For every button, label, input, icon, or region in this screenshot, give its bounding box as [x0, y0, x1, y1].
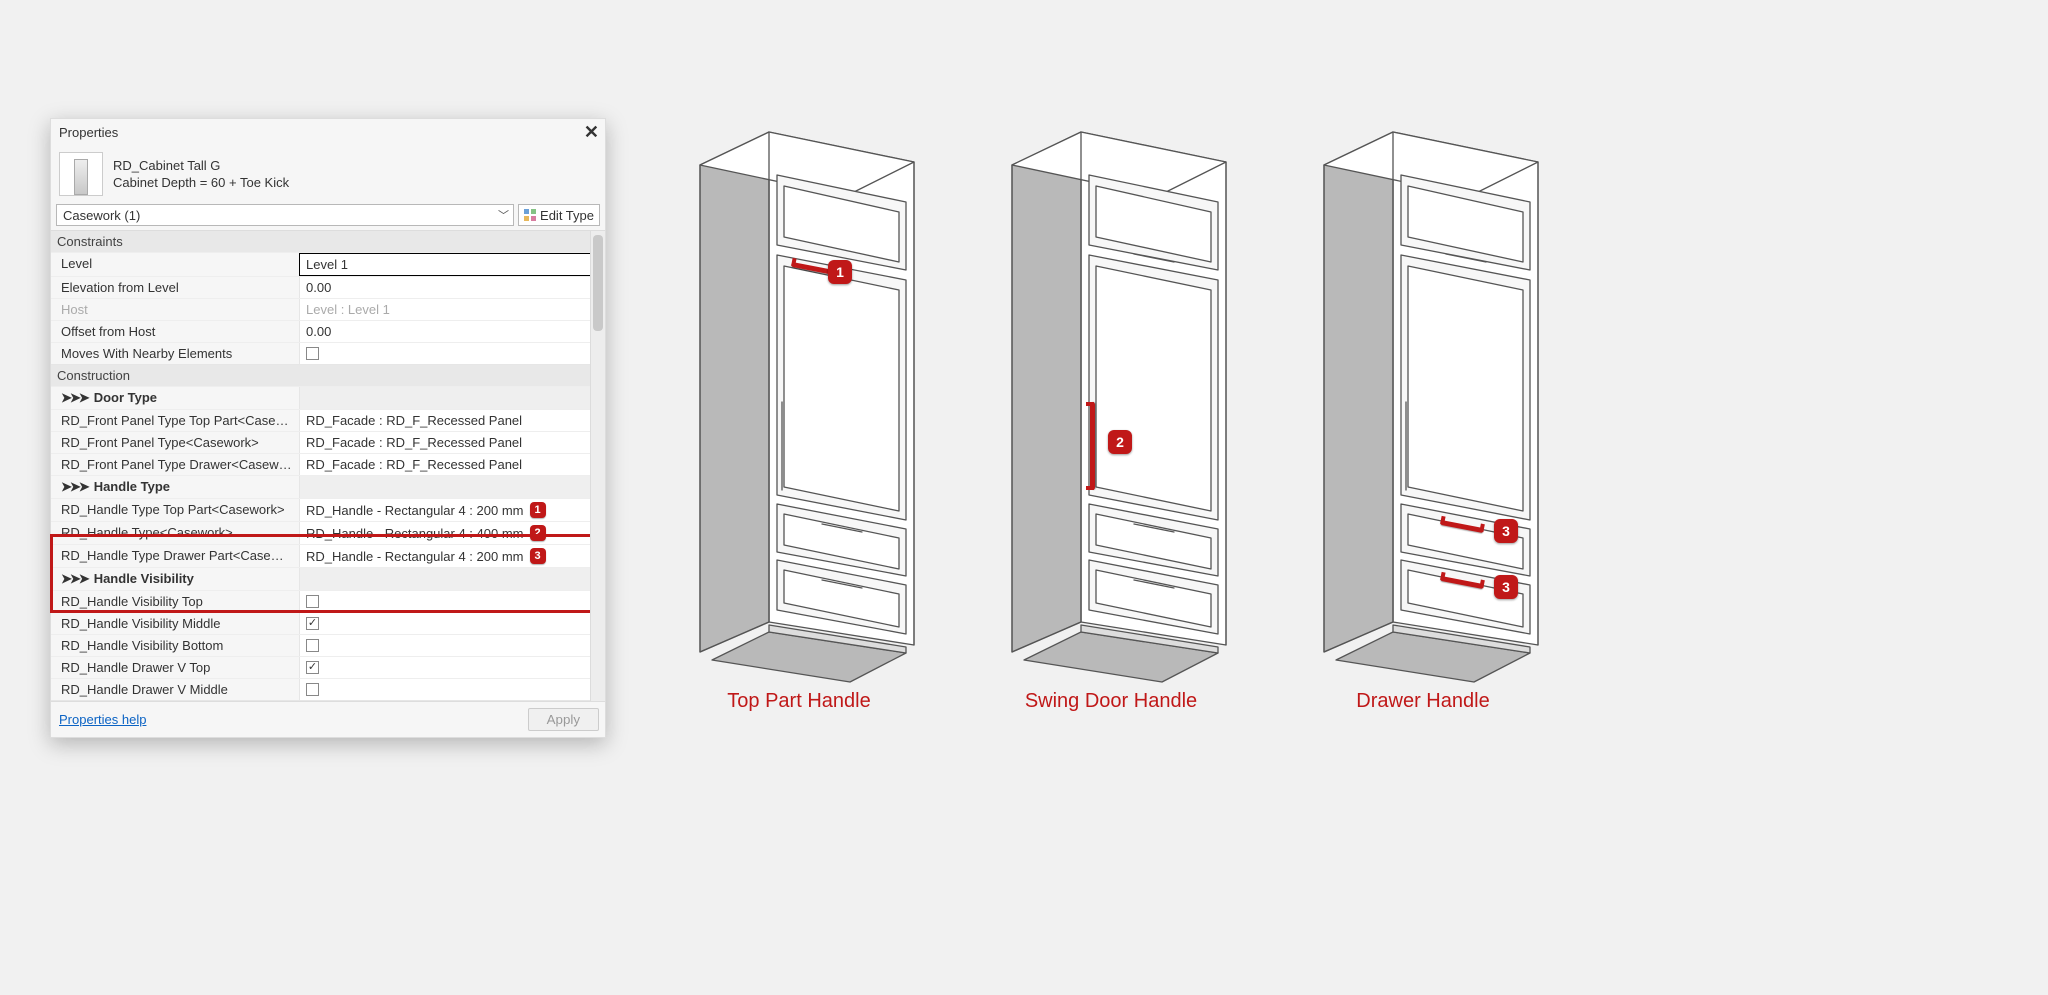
prop-moves-with-nearby[interactable]: Moves With Nearby Elements — [51, 342, 605, 364]
group-header-constraints[interactable]: Constraints ✕ — [51, 231, 605, 252]
prop-front-panel-drawer[interactable]: RD_Front Panel Type Drawer<Casework> RD_… — [51, 453, 605, 475]
prop-handle-type-top[interactable]: RD_Handle Type Top Part<Casework> RD_Han… — [51, 498, 605, 521]
close-icon[interactable]: ✕ — [584, 122, 599, 143]
panel-footer: Properties help Apply — [51, 701, 605, 737]
category-selector-dropdown[interactable]: Casework (1) ﹀ — [56, 204, 514, 226]
checkbox[interactable] — [306, 595, 319, 608]
callout-badge-1: 1 — [530, 502, 546, 518]
annotation-badge-3a: 3 — [1494, 519, 1518, 543]
callout-badge-2: 2 — [530, 525, 546, 541]
subheader-handle-visibility: ➤➤➤Handle Visibility — [51, 567, 605, 590]
category-selector-value: Casework (1) — [63, 208, 140, 223]
scrollbar-thumb[interactable] — [593, 235, 603, 331]
family-thumbnail — [59, 152, 103, 196]
prop-handle-vis-bottom[interactable]: RD_Handle Visibility Bottom — [51, 634, 605, 656]
cabinet-label-2: Swing Door Handle — [981, 690, 1241, 713]
cabinet-label-3: Drawer Handle — [1293, 690, 1553, 713]
properties-help-link[interactable]: Properties help — [59, 712, 146, 727]
subheader-door-type: ➤➤➤Door Type — [51, 386, 605, 409]
prop-front-panel-main[interactable]: RD_Front Panel Type<Casework> RD_Facade … — [51, 431, 605, 453]
checkbox[interactable] — [306, 661, 319, 674]
cabinet-label-1: Top Part Handle — [669, 690, 929, 713]
annotation-badge-1: 1 — [828, 260, 852, 284]
checkbox[interactable] — [306, 683, 319, 696]
panel-title: Properties — [59, 125, 118, 140]
cabinet-preview-1: 1 Top Part Handle — [674, 130, 924, 740]
edit-type-icon — [524, 209, 536, 221]
subheader-handle-type: ➤➤➤Handle Type — [51, 475, 605, 498]
checkbox[interactable] — [306, 639, 319, 652]
prop-host: Host Level : Level 1 — [51, 298, 605, 320]
family-type-header: RD_Cabinet Tall G Cabinet Depth = 60 + T… — [51, 146, 605, 204]
properties-grid: Constraints ✕ Level Level 1 Elevation fr… — [51, 230, 605, 701]
apply-button[interactable]: Apply — [528, 708, 599, 731]
edit-type-label: Edit Type — [540, 208, 594, 223]
prop-handle-vis-top[interactable]: RD_Handle Visibility Top — [51, 590, 605, 612]
prop-handle-drawerv-middle[interactable]: RD_Handle Drawer V Middle — [51, 678, 605, 700]
annotation-handle-swing — [1090, 402, 1095, 490]
prop-level[interactable]: Level Level 1 — [51, 252, 605, 276]
cabinet-preview-3: 3 3 Drawer Handle — [1298, 130, 1548, 740]
collapse-icon: ✕ — [590, 369, 599, 382]
callout-badge-3: 3 — [530, 548, 546, 564]
prop-offset-from-host[interactable]: Offset from Host 0.00 — [51, 320, 605, 342]
prop-handle-type-main[interactable]: RD_Handle Type<Casework> RD_Handle - Rec… — [51, 521, 605, 544]
family-name: RD_Cabinet Tall G — [113, 158, 289, 173]
edit-type-button[interactable]: Edit Type — [518, 204, 600, 226]
chevron-down-icon: ﹀ — [498, 207, 509, 223]
prop-front-panel-top[interactable]: RD_Front Panel Type Top Part<Casework> R… — [51, 409, 605, 431]
properties-panel: Properties ✕ RD_Cabinet Tall G Cabinet D… — [50, 118, 606, 738]
prop-elevation-from-level[interactable]: Elevation from Level 0.00 — [51, 276, 605, 298]
checkbox[interactable] — [306, 617, 319, 630]
family-desc: Cabinet Depth = 60 + Toe Kick — [113, 175, 289, 190]
cabinet-preview-2: 2 Swing Door Handle — [986, 130, 1236, 740]
prop-handle-vis-middle[interactable]: RD_Handle Visibility Middle — [51, 612, 605, 634]
prop-handle-drawerv-top[interactable]: RD_Handle Drawer V Top — [51, 656, 605, 678]
prop-handle-type-drawer[interactable]: RD_Handle Type Drawer Part<Casework> RD_… — [51, 544, 605, 567]
checkbox[interactable] — [306, 347, 319, 360]
group-header-construction[interactable]: Construction ✕ — [51, 365, 605, 386]
annotation-badge-3b: 3 — [1494, 575, 1518, 599]
annotation-badge-2: 2 — [1108, 430, 1132, 454]
